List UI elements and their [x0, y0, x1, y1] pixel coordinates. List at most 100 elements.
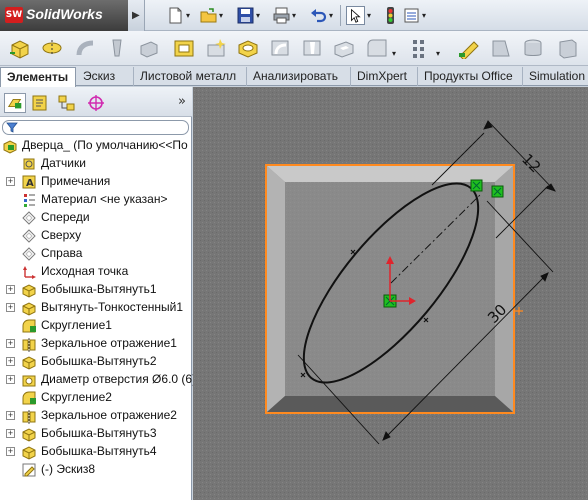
- model-canvas[interactable]: 12 30: [193, 87, 588, 500]
- shell-icon[interactable]: [521, 37, 545, 59]
- fillet-icon[interactable]: [365, 37, 389, 59]
- expand-plus-icon[interactable]: +: [6, 375, 15, 384]
- tree-item-label: Справа: [41, 246, 83, 260]
- tree-item[interactable]: Спереди: [0, 209, 192, 227]
- filter-icon: [6, 122, 18, 133]
- expand-plus-icon[interactable]: +: [6, 357, 15, 366]
- expand-plus-icon[interactable]: +: [6, 429, 15, 438]
- tree-item[interactable]: Материал <не указан>: [0, 191, 192, 209]
- configuration-manager-tab[interactable]: [56, 93, 78, 113]
- panel-tabs: »: [0, 87, 192, 117]
- tab-simulation[interactable]: Simulation: [523, 67, 588, 86]
- command-manager-tabs: Элементы Эскиз Листовой металл Анализиро…: [0, 66, 588, 87]
- tree-item[interactable]: + Вытянуть-Тонкостенный1: [0, 299, 192, 317]
- tree-item-label: Датчики: [41, 156, 86, 170]
- wrap-icon[interactable]: [556, 37, 580, 59]
- undo-icon[interactable]: [309, 6, 328, 25]
- select-icon[interactable]: [346, 6, 365, 25]
- tree-item[interactable]: + Бобышка-Вытянуть4: [0, 443, 192, 461]
- boundary-cut-icon[interactable]: [332, 37, 356, 59]
- expand-plus-icon[interactable]: +: [6, 447, 15, 456]
- origin-icon: [23, 266, 36, 279]
- panel-more-button[interactable]: »: [178, 94, 186, 109]
- tree-item[interactable]: Справа: [0, 245, 192, 263]
- tree-item-label: Бобышка-Вытянуть3: [41, 426, 157, 440]
- print-dropdown-button[interactable]: ▾: [292, 6, 300, 25]
- swept-cut-icon[interactable]: [268, 37, 292, 59]
- tab-evaluate[interactable]: Анализировать: [247, 67, 351, 86]
- lofted-cut-icon[interactable]: [300, 37, 324, 59]
- undo-dropdown-button[interactable]: ▾: [329, 6, 337, 25]
- open-icon[interactable]: [199, 6, 218, 25]
- sensors-icon: [23, 158, 35, 170]
- new-dropdown-button[interactable]: ▾: [186, 6, 194, 25]
- tree-item[interactable]: Скругление1: [0, 317, 192, 335]
- app-menu-button[interactable]: SW SolidWorks: [0, 0, 128, 31]
- expand-plus-icon[interactable]: +: [6, 285, 15, 294]
- open-dropdown-button[interactable]: ▾: [219, 6, 227, 25]
- rib-icon[interactable]: [457, 37, 481, 59]
- hole-wizard-icon[interactable]: [205, 37, 229, 59]
- property-manager-tab[interactable]: [29, 93, 51, 113]
- tree-item[interactable]: + A Примечания: [0, 173, 192, 191]
- tree-item-label: Сверху: [41, 228, 82, 242]
- expand-plus-icon[interactable]: +: [6, 339, 15, 348]
- tree-root-part[interactable]: Дверца_ (По умолчанию<<По: [0, 137, 192, 155]
- tree-item[interactable]: + Бобышка-Вытянуть2: [0, 353, 192, 371]
- print-icon[interactable]: [272, 6, 291, 25]
- tree-item[interactable]: + Зеркальное отражение2: [0, 407, 192, 425]
- feature-filter-input[interactable]: [2, 120, 189, 135]
- swept-boss-icon[interactable]: [73, 37, 97, 59]
- fillet-dropdown-button[interactable]: ▾: [392, 44, 400, 63]
- tree-item-label: Бобышка-Вытянуть1: [41, 282, 157, 296]
- extruded-cut-icon[interactable]: [172, 37, 196, 59]
- title-bar: SW SolidWorks ▶ ▾ ▾ ▾ ▾ ▾ ▾ ▾: [0, 0, 588, 31]
- tab-sheet-metal[interactable]: Листовой металл: [134, 67, 247, 86]
- mirror-feature-icon: [22, 410, 36, 424]
- save-icon[interactable]: [236, 6, 255, 25]
- options-dropdown-button[interactable]: ▾: [422, 6, 430, 25]
- tree-item[interactable]: Исходная точка: [0, 263, 192, 281]
- tab-office-products[interactable]: Продукты Office: [418, 67, 523, 86]
- tree-item[interactable]: Сверху: [0, 227, 192, 245]
- revolved-cut-icon[interactable]: [236, 37, 260, 59]
- expand-plus-icon[interactable]: +: [6, 411, 15, 420]
- extruded-boss-icon[interactable]: [8, 37, 32, 59]
- rebuild-icon[interactable]: [381, 6, 400, 25]
- extrude-feature-icon: [22, 428, 36, 442]
- pattern-dropdown-button[interactable]: ▾: [436, 44, 444, 63]
- draft-icon[interactable]: [489, 37, 513, 59]
- extrude-feature-icon: [22, 356, 36, 370]
- save-dropdown-button[interactable]: ▾: [256, 6, 264, 25]
- extrude-feature-icon: [22, 446, 36, 460]
- hole-feature-icon: [22, 375, 36, 387]
- tab-features[interactable]: Элементы: [0, 67, 76, 87]
- feature-manager-tab[interactable]: [4, 93, 26, 113]
- graphics-viewport[interactable]: 12 30: [193, 87, 588, 500]
- linear-pattern-icon[interactable]: [410, 37, 434, 59]
- tree-item[interactable]: + Бобышка-Вытянуть3: [0, 425, 192, 443]
- new-document-icon[interactable]: [166, 6, 185, 25]
- revolved-boss-icon[interactable]: [40, 37, 64, 59]
- tree-item[interactable]: (-) Эскиз8: [0, 461, 192, 479]
- app-menu-expand-button[interactable]: ▶: [128, 0, 145, 31]
- tree-item[interactable]: + Диаметр отверстия Ø6.0 (6): [0, 371, 196, 389]
- command-manager: ▾ ▾: [0, 31, 588, 66]
- boundary-boss-icon[interactable]: [137, 37, 161, 59]
- expand-plus-icon[interactable]: +: [6, 303, 15, 312]
- expand-plus-icon[interactable]: +: [6, 177, 15, 186]
- plane-icon: [22, 247, 36, 261]
- tab-dimxpert[interactable]: DimXpert: [351, 67, 418, 86]
- tab-sketch[interactable]: Эскиз: [77, 67, 134, 86]
- tree-item-label: Зеркальное отражение2: [41, 408, 177, 422]
- tree-item[interactable]: + Бобышка-Вытянуть1: [0, 281, 192, 299]
- feature-manager-panel: » Дверца_ (По умолчанию<<По Датчики + A При…: [0, 87, 196, 500]
- lofted-boss-icon[interactable]: [105, 37, 129, 59]
- tree-item[interactable]: + Зеркальное отражение1: [0, 335, 192, 353]
- dimxpert-manager-tab[interactable]: [85, 93, 107, 113]
- select-dropdown-button[interactable]: ▾: [367, 6, 375, 25]
- tree-item[interactable]: Скругление2: [0, 389, 192, 407]
- tree-item[interactable]: Датчики: [0, 155, 192, 173]
- extrude-feature-icon: [22, 284, 36, 298]
- options-icon[interactable]: [402, 6, 421, 25]
